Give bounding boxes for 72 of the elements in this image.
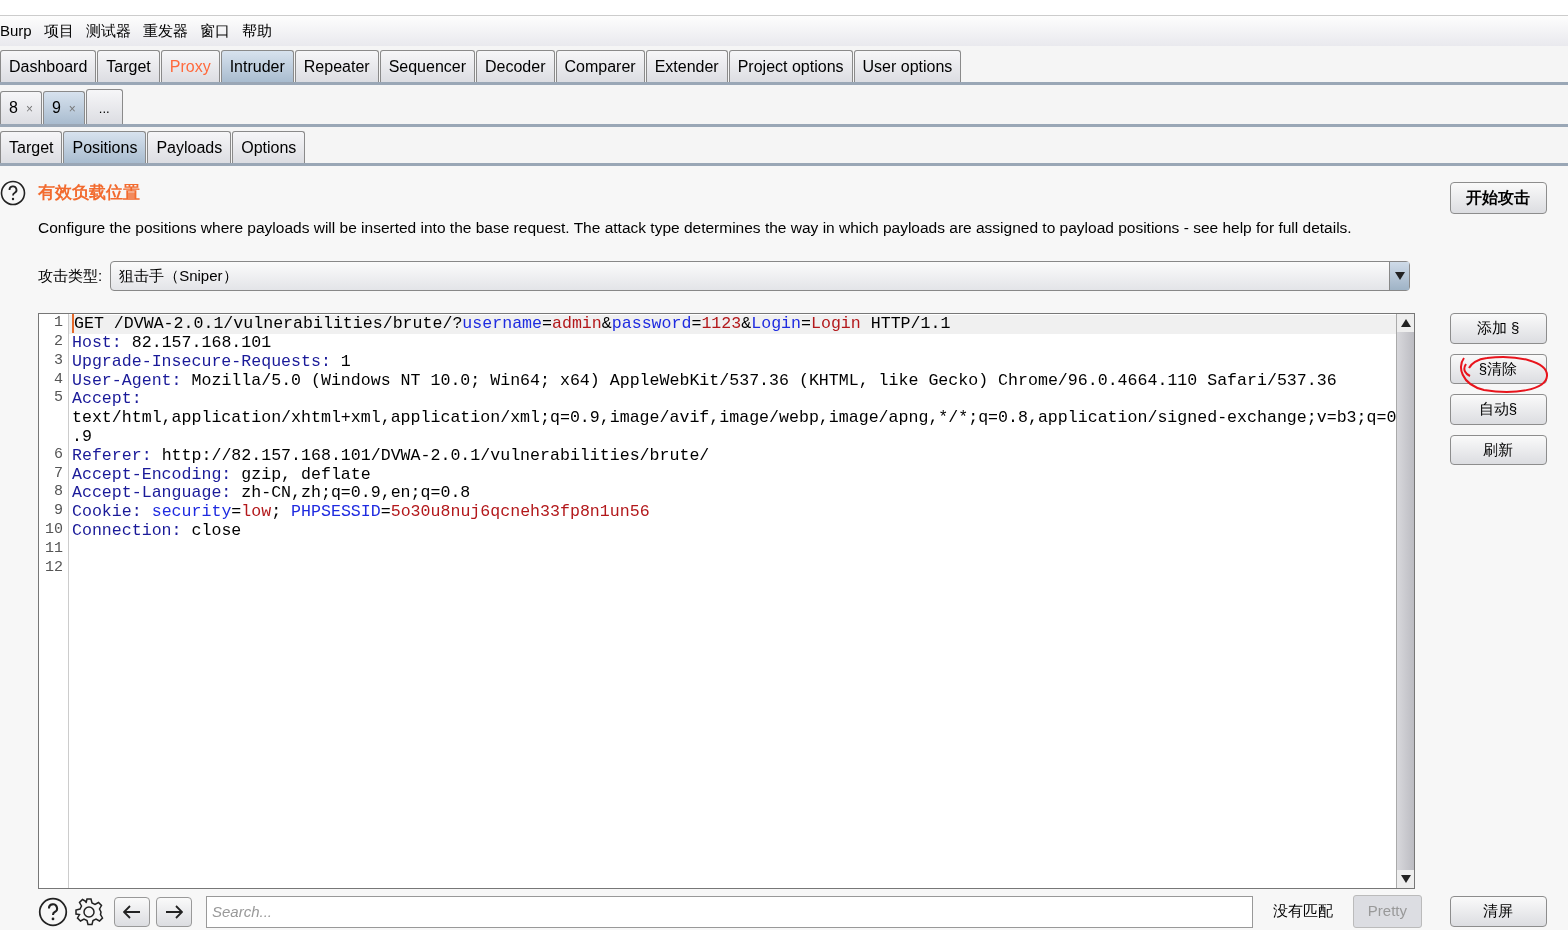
attack-tab[interactable]: 9 × [42,91,85,124]
line-number: 1 [53,314,64,334]
sub-tab[interactable]: Payloads [147,131,232,163]
attack-type-dropdown[interactable]: 狙击手（Sniper） [110,261,1410,292]
match-status: 没有匹配 [1272,901,1333,922]
forward-button[interactable] [156,896,192,927]
line-number: 5 [53,389,64,409]
left-arrow-icon [123,904,141,919]
tool-tab[interactable]: Project options [728,50,853,82]
code-line: Referer: http://82.157.168.101/DVWA-2.0.1/vulnerabilities/brute/ [72,445,710,465]
back-button[interactable] [114,896,150,927]
help-icon[interactable] [38,896,68,927]
tool-tab[interactable]: Comparer [555,50,645,82]
scrollbar[interactable] [1396,314,1415,889]
sub-tab[interactable]: Positions [63,131,147,163]
close-icon[interactable]: × [25,102,33,116]
menu-item[interactable]: 帮助 [241,19,272,43]
side-button[interactable]: §清除 [1449,353,1547,385]
line-number: 12 [44,558,64,578]
line-number: 8 [53,483,64,503]
tool-tab[interactable]: Sequencer [379,50,475,82]
help-icon[interactable] [0,180,26,206]
search-field[interactable]: Search... [206,895,1253,928]
code-line: Connection: close [72,521,242,540]
code-line: User-Agent: Mozilla/5.0 (Windows NT 10.0; Win64; x64) AppleWebKit/537.36 (KHTML, like Gecko) Chrome/96.0.4664.110 Safari/537.36 [72,370,1337,390]
code-line: GET /DVWA-2.0.1/vulnerabilities/brute/?username=admin&password=1123&Login=Login HTTP/1.1 [72,314,951,334]
line-number: 3 [53,351,64,371]
menu-item[interactable]: 窗口 [199,19,230,43]
line-number: 4 [53,370,64,390]
code-line: Accept: [72,389,142,409]
tool-tab[interactable]: User options [853,50,962,82]
line-number: 9 [53,502,64,521]
line-number: 7 [53,464,64,484]
code-line: Cookie: security=low; PHPSESSID=5o30u8nuj6qcneh33fp8n1un56 [72,502,650,522]
code-line: text/html,application/xhtml+xml,application/xml;q=0.9,image/avif,image/webp,image/apng,*/*;q=0.8,application/signed-exchange;v=b3;q=0 [72,408,1397,428]
code-line: Upgrade-Insecure-Requests: 1 [72,351,351,371]
menu-item[interactable]: 重发器 [142,19,188,43]
clear-button[interactable]: 清屏 [1449,896,1547,927]
request-editor[interactable] [38,313,1416,890]
line-number: 2 [53,333,64,352]
menu-item[interactable]: 项目 [43,19,74,43]
right-arrow-icon [165,904,183,919]
attack-tab[interactable]: 8 × [0,91,42,124]
tool-tab[interactable]: Dashboard [0,50,97,82]
tool-tab[interactable]: Intruder [220,50,294,82]
tool-tab[interactable]: Target [97,50,160,82]
menu-item[interactable]: Burp [0,19,32,43]
scroll-down-icon[interactable] [1400,875,1411,884]
tool-tab[interactable]: Decoder [476,50,555,82]
side-button[interactable]: 添加 § [1449,313,1547,344]
code-line: Accept-Language: zh-CN,zh;q=0.9,en;q=0.8 [72,483,471,503]
side-button[interactable]: 自动§ [1449,394,1547,425]
sub-tab[interactable]: Options [232,131,306,163]
attack-tab[interactable]: ... [85,89,123,124]
line-number: 11 [44,539,64,559]
settings-icon[interactable] [74,896,104,927]
section-description: Configure the positions where payloads will be inserted into the base request. The attack type determines the way in which payloads are assigned to payload positions - see help for full details. [38,218,1353,238]
line-number: 10 [44,521,64,540]
start-attack-button[interactable]: 开始攻击 [1449,182,1547,214]
caret-icon [1394,272,1405,281]
code-line: Accept-Encoding: gzip, deflate [72,464,371,484]
scroll-up-icon[interactable] [1400,319,1411,328]
tool-tab[interactable]: Repeater [294,50,379,82]
line-number: 6 [53,445,64,465]
side-button[interactable]: 刷新 [1449,434,1547,466]
code-line: Host: 82.157.168.101 [72,333,272,353]
attack-type-label: 攻击类型: [38,266,103,286]
code-line: .9 [72,427,92,447]
section-title: 有效负载位置 [38,181,140,205]
tool-tab[interactable]: Extender [645,50,728,82]
menu-item[interactable]: 测试器 [85,19,131,43]
sub-tab[interactable]: Target [0,131,63,163]
